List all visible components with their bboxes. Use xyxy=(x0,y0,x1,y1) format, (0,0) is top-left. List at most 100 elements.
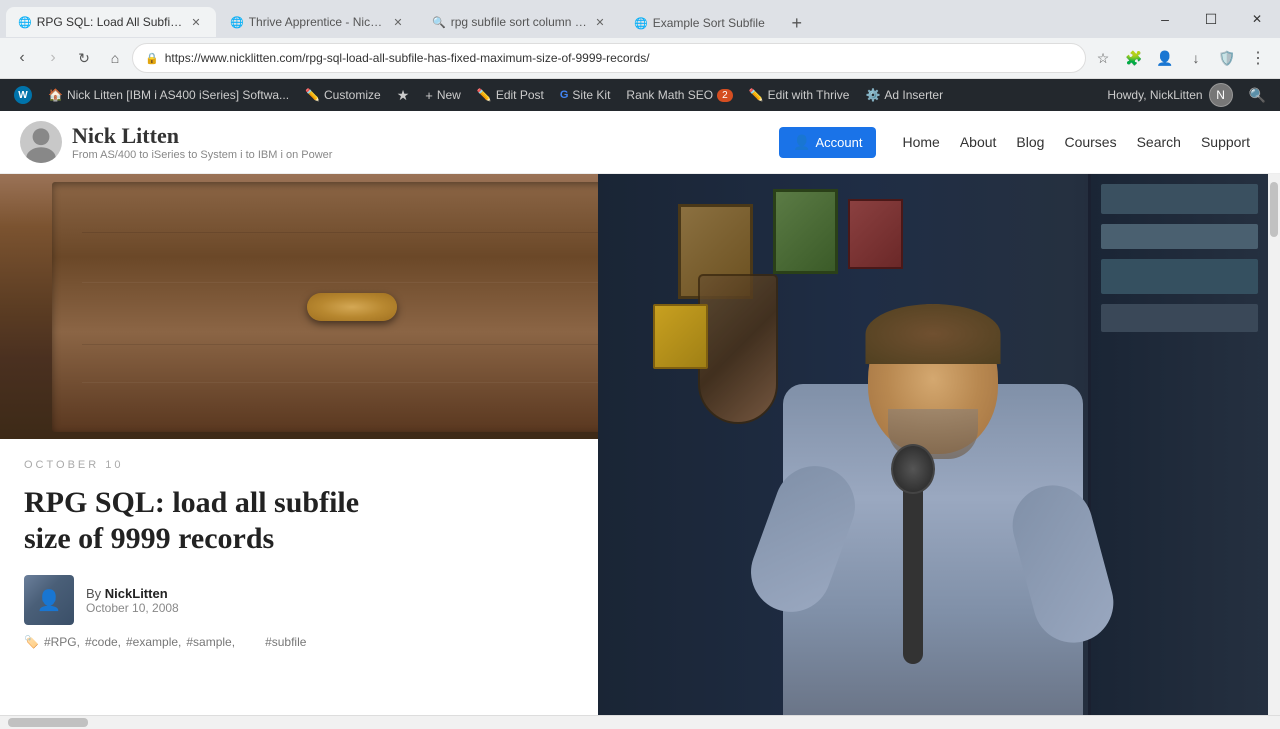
star-item[interactable]: ★ xyxy=(389,79,418,111)
nav-home[interactable]: Home xyxy=(892,128,949,156)
post-meta-info: By NickLitten October 10, 2008 xyxy=(86,586,179,615)
tab-2[interactable]: 🌐 Thrive Apprentice - Nick Litten... ✕ xyxy=(218,7,418,37)
yellow-sign xyxy=(653,304,708,369)
site-navigation: 👤 Account Home About Blog Courses Search… xyxy=(779,127,1260,158)
lock-icon: 🔒 xyxy=(145,52,159,65)
tab-title-1: RPG SQL: Load All Subfile Has... xyxy=(37,15,183,29)
by-prefix: By xyxy=(86,586,105,601)
address-bar[interactable]: 🔒 https://www.nicklitten.com/rpg-sql-loa… xyxy=(132,43,1086,73)
tab-favicon-2: 🌐 xyxy=(230,16,244,29)
window-controls: – ☐ ✕ xyxy=(1142,0,1280,38)
post-meta: 👤 By NickLitten October 10, 2008 xyxy=(24,575,680,625)
search-admin-button[interactable]: 🔍 xyxy=(1241,79,1274,111)
site-name-item[interactable]: 🏠 Nick Litten [IBM i AS400 iSeries] Soft… xyxy=(40,79,297,111)
edit-thrive-icon: ✏️ xyxy=(749,88,764,102)
maximize-button[interactable]: ☐ xyxy=(1188,0,1234,38)
tab-favicon-3: 🔍 xyxy=(432,16,446,29)
site-kit-label: Site Kit xyxy=(572,88,610,102)
bookmark-button[interactable]: ☆ xyxy=(1089,44,1117,72)
profile-button[interactable]: 👤 xyxy=(1151,44,1179,72)
post-author-line: By NickLitten xyxy=(86,586,179,601)
edit-thrive-label: Edit with Thrive xyxy=(768,88,850,102)
tag-4[interactable]: #sample, xyxy=(186,635,235,649)
rank-math-badge: 2 xyxy=(717,89,733,102)
tab-close-1[interactable]: ✕ xyxy=(188,14,204,30)
minimize-button[interactable]: – xyxy=(1142,0,1188,38)
howdy-text: Howdy, NickLitten xyxy=(1107,88,1202,102)
address-text: https://www.nicklitten.com/rpg-sql-load-… xyxy=(165,51,650,65)
tab-favicon-4: 🌐 xyxy=(634,17,648,30)
nav-support[interactable]: Support xyxy=(1191,128,1260,156)
new-item[interactable]: + New xyxy=(417,79,469,111)
tab-4[interactable]: 🌐 Example Sort Subfile xyxy=(622,9,777,37)
site-content: Nick Litten From AS/400 to iSeries to Sy… xyxy=(0,111,1280,729)
edit-post-item[interactable]: ✏️ Edit Post xyxy=(469,79,552,111)
post-tags: 🏷️ #RPG, #code, #example, #sample, #subf… xyxy=(24,635,680,649)
post-title: RPG SQL: load all subfile size of 9999 r… xyxy=(24,485,680,557)
published-date: October 10, 2008 xyxy=(86,601,179,615)
wp-admin-bar: W 🏠 Nick Litten [IBM i AS400 iSeries] So… xyxy=(0,79,1280,111)
author-avatar: 👤 xyxy=(24,575,74,625)
edit-post-icon: ✏️ xyxy=(477,88,492,102)
howdy-item[interactable]: Howdy, NickLitten N xyxy=(1099,79,1240,111)
site-title-area: Nick Litten From AS/400 to iSeries to Sy… xyxy=(72,123,332,161)
edit-with-thrive-item[interactable]: ✏️ Edit with Thrive xyxy=(741,79,858,111)
nav-blog[interactable]: Blog xyxy=(1006,128,1054,156)
tab-close-2[interactable]: ✕ xyxy=(390,14,406,30)
tag-1[interactable]: #RPG, xyxy=(44,635,80,649)
tab-1[interactable]: 🌐 RPG SQL: Load All Subfile Has... ✕ xyxy=(6,7,216,37)
page-scrollbar[interactable] xyxy=(1268,174,1280,727)
customize-label: Customize xyxy=(324,88,381,102)
tab-bar: 🌐 RPG SQL: Load All Subfile Has... ✕ 🌐 T… xyxy=(0,1,1142,37)
tab-close-3[interactable]: ✕ xyxy=(592,14,608,30)
downloads-button[interactable]: ↓ xyxy=(1182,44,1210,72)
post-date: OCTOBER 10 xyxy=(24,459,680,471)
wp-logo-item[interactable]: W xyxy=(6,79,40,111)
horizontal-scrollbar[interactable] xyxy=(0,715,1280,729)
site-header: Nick Litten From AS/400 to iSeries to Sy… xyxy=(0,111,1280,174)
tab-title-3: rpg subfile sort column - Goo... xyxy=(451,15,587,29)
forward-button[interactable]: › xyxy=(39,44,67,72)
site-logo xyxy=(20,121,62,163)
site-title: Nick Litten xyxy=(72,123,332,149)
nav-courses[interactable]: Courses xyxy=(1054,128,1126,156)
tab-title-2: Thrive Apprentice - Nick Litten... xyxy=(249,15,385,29)
video-overlay xyxy=(598,174,1268,727)
account-icon: 👤 xyxy=(793,134,810,151)
reload-button[interactable]: ↻ xyxy=(70,44,98,72)
shield-icon[interactable]: 🛡️ xyxy=(1213,44,1241,72)
wall-poster-2 xyxy=(773,189,838,274)
account-button[interactable]: 👤 Account xyxy=(779,127,876,158)
mic-head xyxy=(891,444,935,494)
tag-3[interactable]: #example, xyxy=(126,635,181,649)
ad-inserter-label: Ad Inserter xyxy=(884,88,943,102)
close-button[interactable]: ✕ xyxy=(1234,0,1280,38)
ad-inserter-item[interactable]: ⚙️ Ad Inserter xyxy=(857,79,951,111)
person-hair xyxy=(866,304,1001,364)
wall-poster-3 xyxy=(848,199,903,269)
menu-button[interactable]: ⋮ xyxy=(1244,44,1272,72)
site-tagline: From AS/400 to iSeries to System i to IB… xyxy=(72,149,332,161)
new-label: New xyxy=(437,88,461,102)
scrollbar-thumb[interactable] xyxy=(1270,182,1278,237)
horizontal-scrollbar-thumb[interactable] xyxy=(8,718,88,727)
video-frame[interactable] xyxy=(598,174,1268,727)
main-content: OCTOBER 10 RPG SQL: load all subfile siz… xyxy=(0,174,1280,727)
rank-math-item[interactable]: Rank Math SEO 2 xyxy=(618,79,740,111)
extensions-button[interactable]: 🧩 xyxy=(1120,44,1148,72)
back-button[interactable]: ‹ xyxy=(8,44,36,72)
nav-about[interactable]: About xyxy=(950,128,1007,156)
site-icon: 🏠 xyxy=(48,88,63,102)
site-kit-item[interactable]: G Site Kit xyxy=(552,79,619,111)
tag-5[interactable]: #subfile xyxy=(265,635,306,649)
tag-2[interactable]: #code, xyxy=(85,635,121,649)
nav-search[interactable]: Search xyxy=(1127,128,1191,156)
home-button[interactable]: ⌂ xyxy=(101,44,129,72)
new-tab-button[interactable]: + xyxy=(783,9,811,37)
customize-item[interactable]: ✏️ Customize xyxy=(297,79,389,111)
browser-chrome: 🌐 RPG SQL: Load All Subfile Has... ✕ 🌐 T… xyxy=(0,0,1280,79)
tab-title-4: Example Sort Subfile xyxy=(653,16,765,30)
tab-3[interactable]: 🔍 rpg subfile sort column - Goo... ✕ xyxy=(420,7,620,37)
rank-math-label: Rank Math SEO xyxy=(626,88,713,102)
ad-inserter-icon: ⚙️ xyxy=(865,88,880,102)
